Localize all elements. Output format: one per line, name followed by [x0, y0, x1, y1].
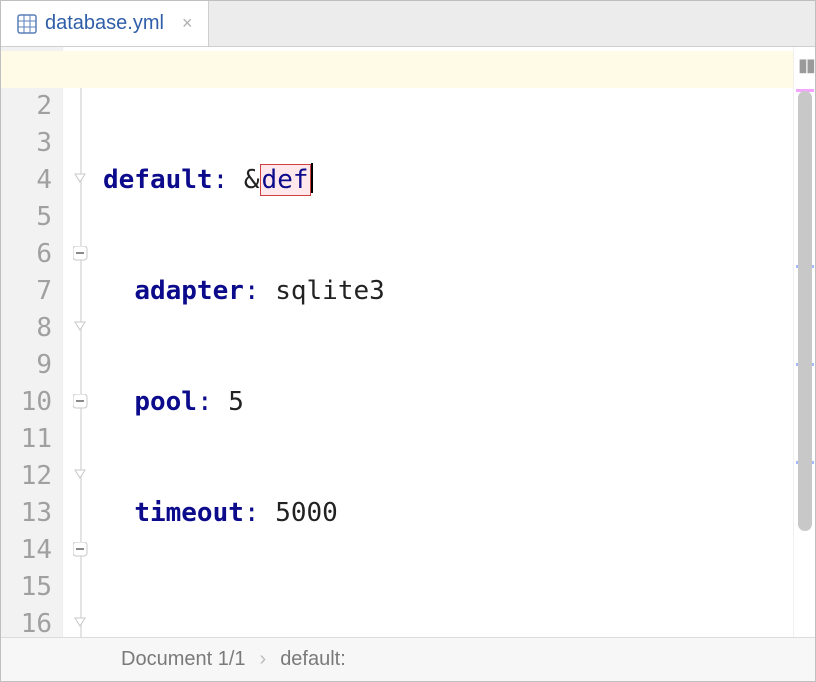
yaml-value: 5 [228, 387, 244, 417]
line-number: 7 [1, 273, 52, 310]
line-number: 11 [1, 421, 52, 458]
line-number: 4 [1, 162, 52, 199]
fold-end-icon [73, 616, 89, 632]
editor-window: database.yml × 1 2 3 4 5 6 7 8 9 10 11 1… [0, 0, 816, 682]
scrollbar-thumb[interactable] [798, 91, 812, 531]
fold-toggle-icon[interactable] [73, 246, 89, 262]
file-tab[interactable]: database.yml × [1, 1, 209, 46]
file-tab-label: database.yml [45, 12, 164, 35]
scrollbar-track[interactable] [798, 91, 812, 633]
breadcrumb-separator-icon: › [260, 648, 267, 671]
line-number: 15 [1, 569, 52, 606]
close-tab-icon[interactable]: × [182, 13, 193, 34]
yaml-value: sqlite3 [275, 276, 385, 306]
status-bar: Document 1/1 › default: [1, 637, 815, 681]
text-cursor [311, 163, 313, 193]
fold-end-icon [73, 320, 89, 336]
yaml-file-icon [17, 14, 37, 34]
current-line-highlight [1, 51, 815, 88]
line-number: 9 [1, 347, 52, 384]
line-number: 10 [1, 384, 52, 421]
yaml-value: 5000 [275, 498, 338, 528]
fold-end-icon [73, 172, 89, 188]
line-number: 5 [1, 199, 52, 236]
status-doc-position: Document 1/1 [121, 648, 246, 671]
yaml-key: timeout [134, 498, 244, 528]
line-number: 13 [1, 495, 52, 532]
code-area: 1 2 3 4 5 6 7 8 9 10 11 12 13 14 15 16 [1, 47, 815, 637]
editor-right-gutter: ▮▮ [793, 47, 815, 637]
line-number: 12 [1, 458, 52, 495]
fold-end-icon [73, 468, 89, 484]
line-number: 16 [1, 606, 52, 637]
line-number: 8 [1, 310, 52, 347]
code-text[interactable]: default: &def adapter: sqlite3 pool: 5 t… [103, 47, 793, 637]
line-number: 2 [1, 88, 52, 125]
yaml-key: default [103, 165, 213, 195]
line-number: 14 [1, 532, 52, 569]
line-number-gutter: 1 2 3 4 5 6 7 8 9 10 11 12 13 14 15 16 [1, 47, 63, 637]
pause-icon[interactable]: ▮▮ [798, 55, 814, 76]
tab-bar: database.yml × [1, 1, 815, 47]
fold-toggle-icon[interactable] [73, 394, 89, 410]
yaml-anchor: def [260, 164, 311, 196]
line-number: 6 [1, 236, 52, 273]
yaml-key: pool [134, 387, 197, 417]
fold-toggle-icon[interactable] [73, 542, 89, 558]
fold-strip [63, 47, 103, 637]
status-breadcrumb-path[interactable]: default: [280, 648, 346, 671]
yaml-key: adapter [134, 276, 244, 306]
line-number: 3 [1, 125, 52, 162]
